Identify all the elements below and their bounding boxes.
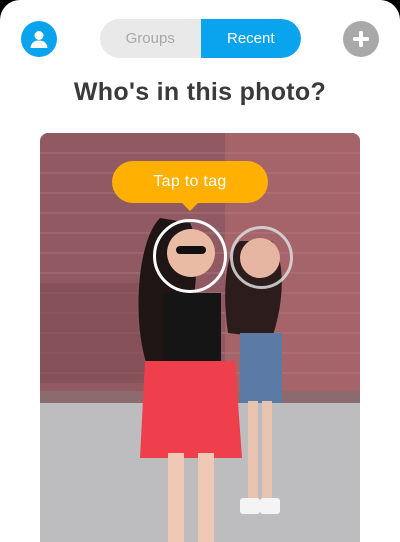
person-icon xyxy=(30,31,48,48)
tag-bubble-pointer xyxy=(180,201,200,211)
tab-recent[interactable]: Recent xyxy=(200,19,301,58)
profile-button[interactable] xyxy=(21,21,57,57)
face-ring-2[interactable] xyxy=(230,226,293,289)
add-button[interactable] xyxy=(343,21,379,57)
top-bar: Groups Recent xyxy=(0,0,400,78)
tap-to-tag-bubble[interactable]: Tap to tag xyxy=(112,161,268,203)
tab-groups[interactable]: Groups xyxy=(100,19,201,58)
page-title: Who's in this photo? xyxy=(73,78,327,106)
plus-icon xyxy=(353,31,369,47)
segmented-control: Groups Recent xyxy=(100,19,301,58)
screen: Groups Recent Who's in this photo? Tap t… xyxy=(0,0,400,542)
face-ring-1[interactable] xyxy=(153,219,227,293)
